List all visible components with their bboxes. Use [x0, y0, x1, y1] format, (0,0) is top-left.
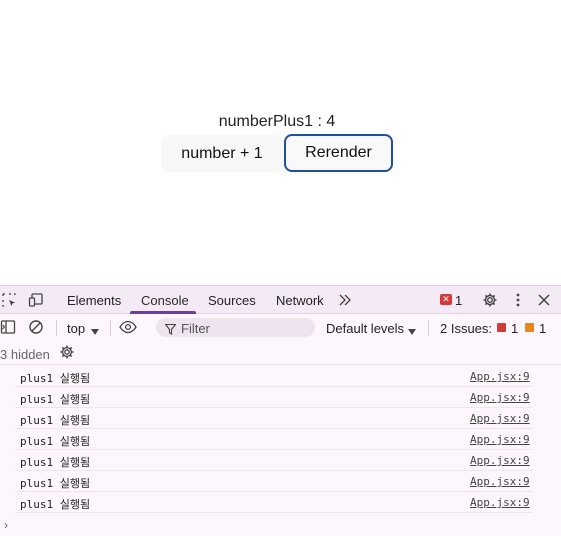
caret-down-icon[interactable]: [90, 323, 106, 339]
inspect-element-icon[interactable]: [1, 292, 17, 308]
list-item: plus1 실행됨 App.jsx:9: [15, 408, 533, 429]
log-message: plus1 실행됨: [20, 414, 91, 427]
log-source-link[interactable]: App.jsx:9: [470, 496, 530, 509]
log-levels-select[interactable]: Default levels: [326, 321, 404, 336]
log-message: plus1 실행됨: [20, 393, 91, 406]
console-settings-gear-icon[interactable]: [59, 344, 75, 360]
log-message: plus1 실행됨: [20, 477, 91, 490]
hidden-messages-bar: 3 hidden: [0, 340, 561, 365]
filter-placeholder: Filter: [181, 321, 210, 336]
eye-icon[interactable]: [119, 319, 137, 335]
divider: [56, 320, 57, 336]
chevron-double-right-icon[interactable]: [338, 293, 354, 309]
clear-console-icon[interactable]: [28, 319, 44, 335]
divider: [110, 320, 111, 336]
devtools-tabbar: Elements Console Sources Network ✕ 1: [0, 286, 561, 314]
hidden-count: 3 hidden: [0, 347, 50, 362]
issues-label[interactable]: 2 Issues:: [440, 321, 492, 336]
log-source-link[interactable]: App.jsx:9: [470, 412, 530, 425]
console-prompt[interactable]: ›: [4, 518, 8, 532]
more-options-icon[interactable]: [510, 292, 526, 308]
tab-elements[interactable]: Elements: [67, 293, 121, 308]
app-preview: numberPlus1 : 4 number + 1 Rerender: [0, 0, 561, 285]
error-icon[interactable]: ✕: [440, 294, 452, 305]
issues-error-count[interactable]: 1: [511, 321, 518, 336]
device-toolbar-icon[interactable]: [28, 292, 44, 308]
tab-sources[interactable]: Sources: [208, 293, 256, 308]
log-source-link[interactable]: App.jsx:9: [470, 370, 530, 383]
console-toolbar: top Filter Default levels 2 Issues: 1 1: [0, 314, 561, 340]
tab-console[interactable]: Console: [141, 293, 189, 308]
log-source-link[interactable]: App.jsx:9: [470, 391, 530, 404]
warning-icon: [525, 323, 534, 332]
number-plus-button[interactable]: number + 1: [161, 135, 283, 172]
error-icon: [497, 323, 506, 332]
rerender-button[interactable]: Rerender: [284, 134, 393, 172]
context-select[interactable]: top: [67, 321, 85, 336]
list-item: plus1 실행됨 App.jsx:9: [15, 366, 533, 387]
log-source-link[interactable]: App.jsx:9: [470, 454, 530, 467]
devtools-panel: Elements Console Sources Network ✕ 1 top: [0, 285, 561, 536]
tab-network[interactable]: Network: [276, 293, 324, 308]
list-item: plus1 실행됨 App.jsx:9: [15, 492, 533, 513]
list-item: plus1 실행됨 App.jsx:9: [15, 471, 533, 492]
issues-warning-count[interactable]: 1: [539, 321, 546, 336]
log-message: plus1 실행됨: [20, 372, 91, 385]
log-source-link[interactable]: App.jsx:9: [470, 433, 530, 446]
filter-icon: [164, 322, 181, 338]
error-count[interactable]: 1: [455, 293, 462, 308]
close-icon[interactable]: [536, 292, 552, 308]
gear-icon[interactable]: [482, 292, 498, 308]
sidebar-toggle-icon[interactable]: [0, 319, 16, 335]
log-message: plus1 실행됨: [20, 498, 91, 511]
caret-down-icon[interactable]: [407, 323, 423, 339]
list-item: plus1 실행됨 App.jsx:9: [15, 387, 533, 408]
divider: [428, 320, 429, 336]
list-item: plus1 실행됨 App.jsx:9: [15, 429, 533, 450]
console-log-list: plus1 실행됨 App.jsx:9 plus1 실행됨 App.jsx:9 …: [0, 366, 561, 513]
log-source-link[interactable]: App.jsx:9: [470, 475, 530, 488]
log-message: plus1 실행됨: [20, 435, 91, 448]
list-item: plus1 실행됨 App.jsx:9: [15, 450, 533, 471]
counter-text: numberPlus1 : 4: [218, 113, 336, 130]
log-message: plus1 실행됨: [20, 456, 91, 469]
